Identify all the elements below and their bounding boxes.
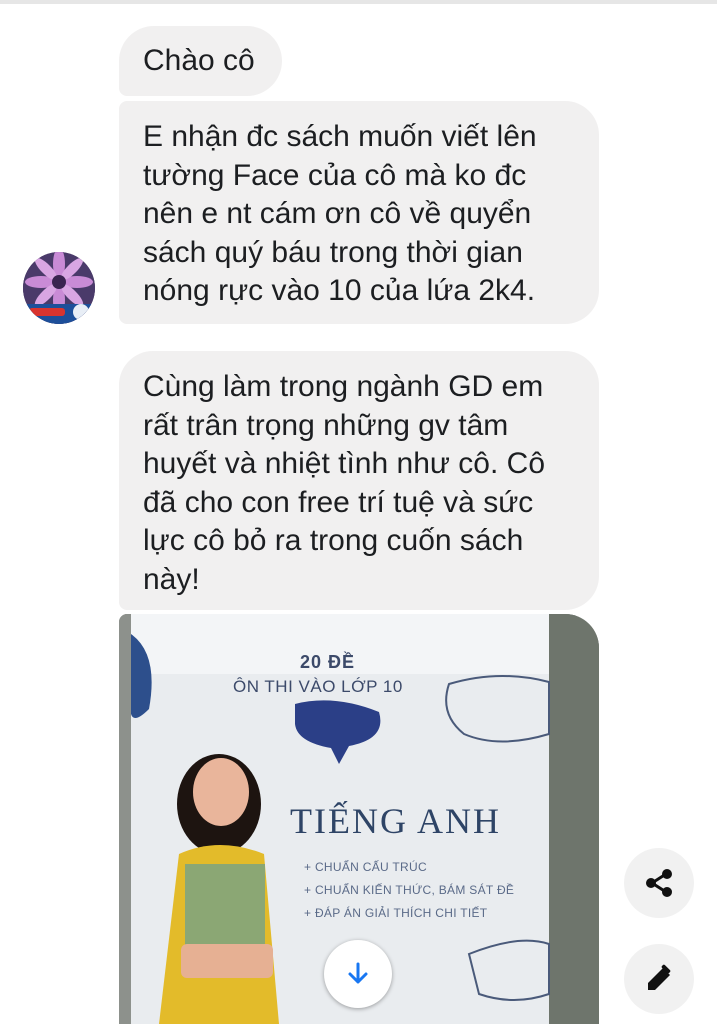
message-line: nóng rực vào 10 của lứa 2k4.: [143, 274, 536, 307]
cover-bullet: + CHUẨN CẤU TRÚC: [304, 860, 427, 874]
download-button[interactable]: [324, 940, 392, 1008]
message-line: huyết và nhiệt tình như cô. Cô: [143, 447, 545, 480]
message-bubble[interactable]: Cùng làm trong ngành GD em rất trân trọn…: [119, 351, 599, 610]
cover-bullet: + ĐÁP ÁN GIẢI THÍCH CHI TIẾT: [304, 906, 488, 920]
message-line: này!: [143, 562, 200, 596]
message-line: Chào cô: [143, 44, 255, 77]
edit-button[interactable]: [624, 944, 694, 1014]
top-divider: [0, 0, 717, 4]
message-bubble[interactable]: E nhận đc sách muốn viết lên tường Face …: [119, 101, 599, 324]
cover-heading: 20 ĐỀ: [300, 652, 356, 672]
message-line: sách quý báu trong thời gian: [143, 235, 523, 269]
message-line: rất trân trọng những gv tâm: [143, 408, 509, 442]
share-icon: [646, 869, 672, 897]
message-line: Cùng làm trong ngành GD em: [143, 370, 544, 403]
message-line: nên e nt cám ơn cô về quyển: [143, 197, 532, 230]
cover-title: TIẾNG ANH: [290, 801, 501, 841]
message-line: đã cho con free trí tuệ và sức: [143, 485, 534, 519]
pencil-icon: [648, 964, 671, 990]
share-button[interactable]: [624, 848, 694, 918]
contact-avatar[interactable]: [23, 252, 95, 324]
arrow-down-icon: [348, 962, 368, 984]
cover-bullet: + CHUẨN KIẾN THỨC, BÁM SÁT ĐỀ: [304, 883, 515, 897]
message-line: E nhận đc sách muốn viết lên: [143, 120, 537, 153]
message-line: lực cô bỏ ra trong cuốn sách: [143, 524, 524, 557]
avatar-image: [23, 252, 95, 324]
message-line: tường Face của cô mà ko đc: [143, 158, 527, 192]
chat-screen: Chào cô E nhận đc sách muốn viết lên tườ…: [0, 0, 717, 1024]
message-bubble[interactable]: Chào cô: [119, 26, 282, 96]
cover-subheading: ÔN THI VÀO LỚP 10: [233, 677, 403, 696]
